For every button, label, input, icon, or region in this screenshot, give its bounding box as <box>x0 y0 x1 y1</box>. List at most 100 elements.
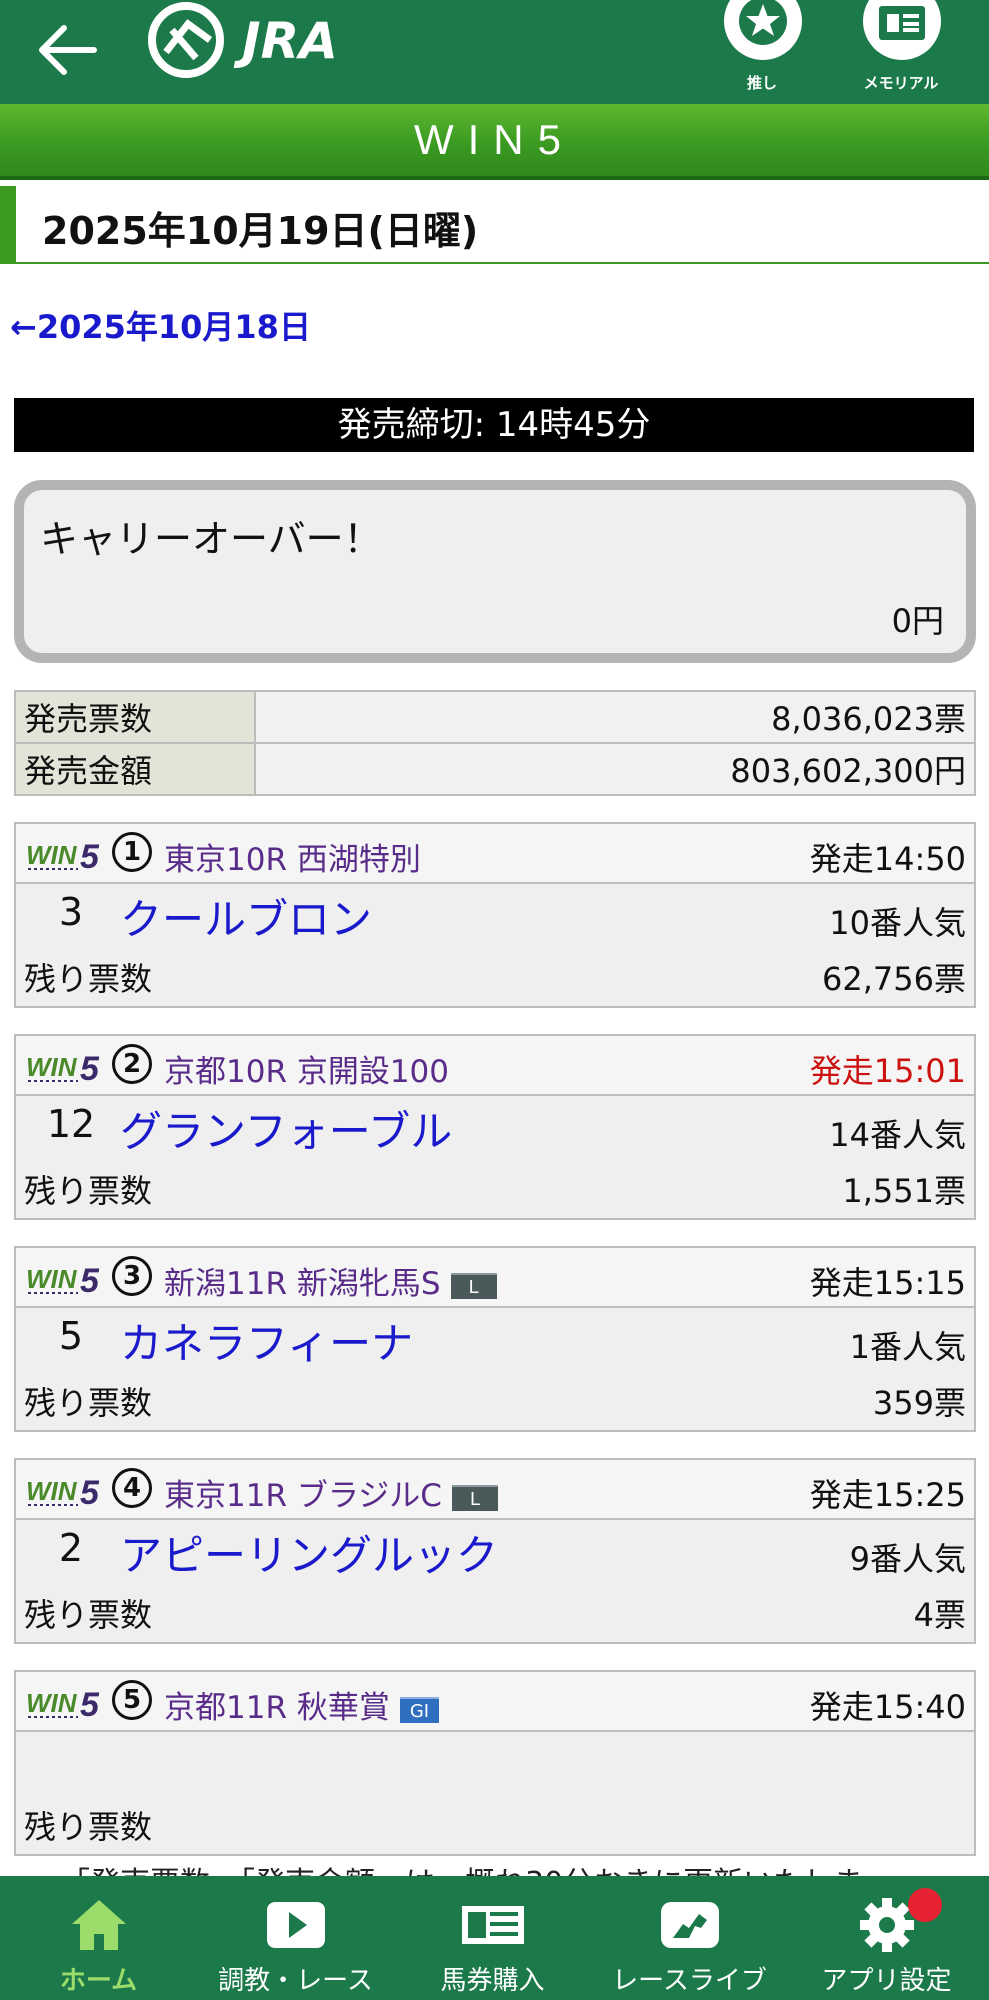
race-name-text: 東京11R ブラジルC <box>164 1478 442 1514</box>
race-name-text: 新潟11R 新潟牝馬S <box>164 1266 441 1302</box>
nav-label: 馬券購入 <box>440 1966 545 1996</box>
win5-leg-5[interactable]: WIN 5 5 京都11R 秋華賞 GI 発走15:40 残り票数 <box>14 1670 976 1856</box>
jra-logo: JRA <box>138 0 368 84</box>
notification-dot <box>908 1888 942 1922</box>
carryover-box: キャリーオーバー！ 0円 <box>14 480 976 663</box>
memorial-label: メモリアル <box>863 74 939 92</box>
race-name-text: 東京10R 西湖特別 <box>164 842 421 878</box>
sales-count-value: 8,036,023票 <box>254 690 976 744</box>
remaining-label: 残り票数 <box>24 1384 153 1422</box>
remaining-tickets: 359票 <box>872 1384 966 1422</box>
star-icon <box>739 0 787 45</box>
svg-text:5: 5 <box>80 1686 100 1720</box>
oshi-label: 推し <box>746 74 777 92</box>
win5-leg-3[interactable]: WIN 5 3 新潟11R 新潟牝馬S L 発走15:15 5 カネラフィーナ 1… <box>14 1246 976 1432</box>
svg-text:WIN: WIN <box>26 1688 78 1718</box>
grade-badge: L <box>450 1272 497 1299</box>
horse-number: 5 <box>58 1314 84 1358</box>
remaining-label: 残り票数 <box>24 960 153 998</box>
carryover-amount: 0円 <box>891 602 944 640</box>
remaining-tickets: 4票 <box>913 1596 966 1634</box>
remaining-label: 残り票数 <box>24 1808 153 1846</box>
memorial-button[interactable]: メモリアル <box>846 0 956 104</box>
nav-app-settings[interactable]: アプリ設定 <box>788 1876 985 2000</box>
horse-name[interactable]: カネラフィーナ <box>120 1310 413 1371</box>
sales-table: 発売票数 8,036,023票 発売金額 803,602,300円 <box>14 690 976 796</box>
post-time: 発走15:40 <box>809 1688 966 1726</box>
svg-text:WIN: WIN <box>26 1052 78 1082</box>
svg-text:5: 5 <box>80 1474 100 1508</box>
horse-name[interactable]: クールブロン <box>120 886 372 947</box>
race-date: 2025年10月19日(日曜) <box>42 209 479 253</box>
win5-logo-icon: WIN 5 <box>26 1262 100 1296</box>
remaining-label: 残り票数 <box>24 1596 153 1634</box>
nav-race-live[interactable]: レースライブ <box>591 1876 788 2000</box>
carryover-title: キャリーオーバー！ <box>40 517 382 561</box>
nav-label: ホーム <box>59 1966 138 1996</box>
nav-training-race[interactable]: 調教・レース <box>197 1876 394 2000</box>
race-name-text: 京都10R 京開設100 <box>164 1054 450 1090</box>
horse-name[interactable]: グランフォーブル <box>120 1098 452 1159</box>
race-name-text: 京都11R 秋華賞 <box>164 1690 390 1726</box>
memorial-card-icon <box>879 6 925 40</box>
post-time: 発走14:50 <box>809 840 966 878</box>
nav-label: 調教・レース <box>218 1966 373 1996</box>
sales-count-label: 発売票数 <box>14 690 256 744</box>
popularity: 1番人気 <box>849 1328 966 1366</box>
leg-number: 3 <box>112 1256 152 1296</box>
leg-header: WIN 5 5 京都11R 秋華賞 GI 発走15:40 <box>16 1672 974 1732</box>
leg-number: 1 <box>112 832 152 872</box>
title-bar: WIN5 <box>0 104 989 180</box>
post-time: 発走15:15 <box>809 1264 966 1302</box>
popularity: 14番人気 <box>829 1116 966 1154</box>
date-header: 2025年10月19日(日曜) <box>0 186 989 264</box>
bottom-nav: ホーム 調教・レース 馬券購入 レースライブ アプリ設定 <box>0 1876 989 2000</box>
table-row: 発売票数 8,036,023票 <box>14 690 976 744</box>
nav-home[interactable]: ホーム <box>0 1876 197 2000</box>
race-name: 東京10R 西湖特別 <box>164 834 421 879</box>
svg-text:5: 5 <box>80 1262 100 1296</box>
win5-leg-1[interactable]: WIN 5 1 東京10R 西湖特別 発走14:50 3 クールブロン 10番人… <box>14 822 976 1008</box>
leg-header: WIN 5 3 新潟11R 新潟牝馬S L 発走15:15 <box>16 1248 974 1308</box>
svg-text:WIN: WIN <box>26 1476 78 1506</box>
home-icon <box>72 1900 126 1950</box>
svg-text:WIN: WIN <box>26 840 78 870</box>
remaining-label: 残り票数 <box>24 1172 153 1210</box>
leg-number: 4 <box>112 1468 152 1508</box>
live-icon <box>661 1902 719 1948</box>
table-row: 発売金額 803,602,300円 <box>14 742 976 796</box>
nav-label: アプリ設定 <box>821 1966 952 1996</box>
popularity: 10番人気 <box>829 904 966 942</box>
sales-amount-label: 発売金額 <box>14 742 256 796</box>
race-name: 京都11R 秋華賞 GI <box>164 1682 440 1727</box>
win5-leg-4[interactable]: WIN 5 4 東京11R ブラジルC L 発走15:25 2 アピーリングルック… <box>14 1458 976 1644</box>
previous-day-link[interactable]: ←2025年10月18日 <box>10 302 311 348</box>
horse-name[interactable]: アピーリングルック <box>120 1522 498 1583</box>
oshi-button[interactable]: 推し <box>707 0 817 104</box>
leg-header: WIN 5 4 東京11R ブラジルC L 発走15:25 <box>16 1460 974 1520</box>
race-name: 京都10R 京開設100 <box>164 1046 449 1091</box>
remaining-tickets: 62,756票 <box>822 960 966 998</box>
horse-number: 2 <box>58 1526 84 1570</box>
svg-text:5: 5 <box>80 1050 100 1084</box>
grade-badge: L <box>451 1484 498 1511</box>
win5-logo-icon: WIN 5 <box>26 1474 100 1508</box>
app-header: JRA 推し メモリアル <box>0 0 989 104</box>
win5-logo-icon: WIN 5 <box>26 1686 100 1720</box>
back-button[interactable] <box>30 10 110 90</box>
popularity: 9番人気 <box>849 1540 966 1578</box>
nav-label: レースライブ <box>612 1966 767 1996</box>
horse-number: 12 <box>46 1102 96 1146</box>
win5-leg-2[interactable]: WIN 5 2 京都10R 京開設100 発走15:01 12 グランフォーブル… <box>14 1034 976 1220</box>
race-name: 東京11R ブラジルC L <box>164 1470 498 1515</box>
svg-text:WIN: WIN <box>26 1264 78 1294</box>
nav-ticket-purchase[interactable]: 馬券購入 <box>394 1876 591 2000</box>
grade-badge: GI <box>399 1696 440 1723</box>
ticket-icon <box>462 1906 524 1944</box>
win5-logo-icon: WIN 5 <box>26 1050 100 1084</box>
page-title: WIN5 <box>414 116 575 163</box>
leg-number: 5 <box>112 1680 152 1720</box>
race-name: 新潟11R 新潟牝馬S L <box>164 1258 497 1303</box>
leg-number: 2 <box>112 1044 152 1084</box>
sales-amount-value: 803,602,300円 <box>254 742 976 796</box>
